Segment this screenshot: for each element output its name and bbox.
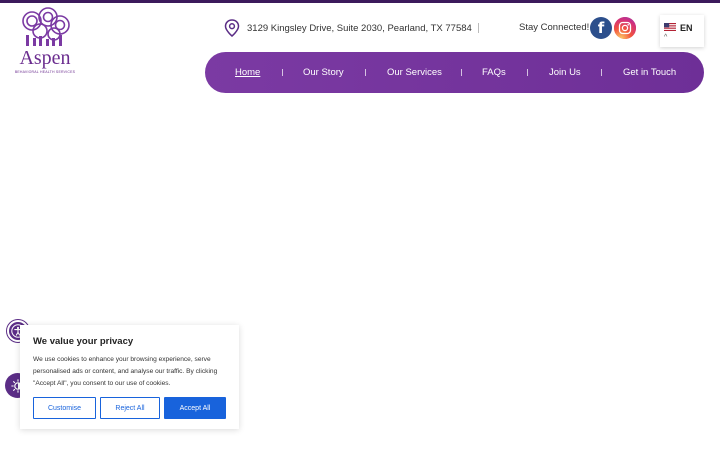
tree-logo-icon	[22, 7, 70, 46]
nav-separator	[282, 69, 283, 76]
instagram-icon	[614, 17, 636, 39]
logo-tagline: BEHAVIORAL HEALTH SERVICES	[14, 70, 76, 74]
reject-all-button[interactable]: Reject All	[100, 397, 160, 419]
main-nav: Home Our Story Our Services FAQs Join Us…	[205, 52, 704, 93]
nav-item-join-us[interactable]: Join Us	[549, 67, 581, 78]
customise-button[interactable]: Customise	[33, 397, 96, 419]
top-accent-strip	[0, 0, 720, 3]
nav-item-our-story[interactable]: Our Story	[303, 67, 344, 78]
nav-separator	[461, 69, 462, 76]
nav-separator	[527, 69, 528, 76]
cookie-description: We use cookies to enhance your browsing …	[33, 356, 218, 387]
caret-up-icon: ^	[664, 34, 668, 41]
cookie-consent-banner: We value your privacy We use cookies to …	[20, 325, 239, 429]
nav-item-get-in-touch[interactable]: Get in Touch	[623, 67, 676, 78]
nav-separator	[365, 69, 366, 76]
accept-all-button[interactable]: Accept All	[164, 397, 226, 419]
aspen-logo[interactable]: Aspen BEHAVIORAL HEALTH SERVICES	[14, 7, 76, 75]
facebook-link[interactable]: f	[590, 17, 612, 39]
language-selector[interactable]: EN ^	[660, 15, 704, 47]
cookie-title: We value your privacy	[33, 336, 134, 347]
nav-item-home[interactable]: Home	[235, 67, 260, 78]
address-text: 3129 Kingsley Drive, Suite 2030, Pearlan…	[247, 22, 472, 34]
header-divider	[478, 23, 479, 33]
nav-item-our-services[interactable]: Our Services	[387, 67, 442, 78]
language-code: EN	[680, 23, 693, 33]
instagram-link[interactable]	[614, 17, 636, 39]
nav-separator	[601, 69, 602, 76]
map-pin-icon	[224, 19, 240, 37]
us-flag-icon	[664, 23, 676, 31]
stay-connected-label: Stay Connected!	[519, 22, 590, 33]
logo-wordmark: Aspen	[19, 47, 71, 69]
nav-item-faqs[interactable]: FAQs	[482, 67, 506, 78]
facebook-icon: f	[597, 19, 605, 37]
address-block: 3129 Kingsley Drive, Suite 2030, Pearlan…	[224, 19, 472, 37]
